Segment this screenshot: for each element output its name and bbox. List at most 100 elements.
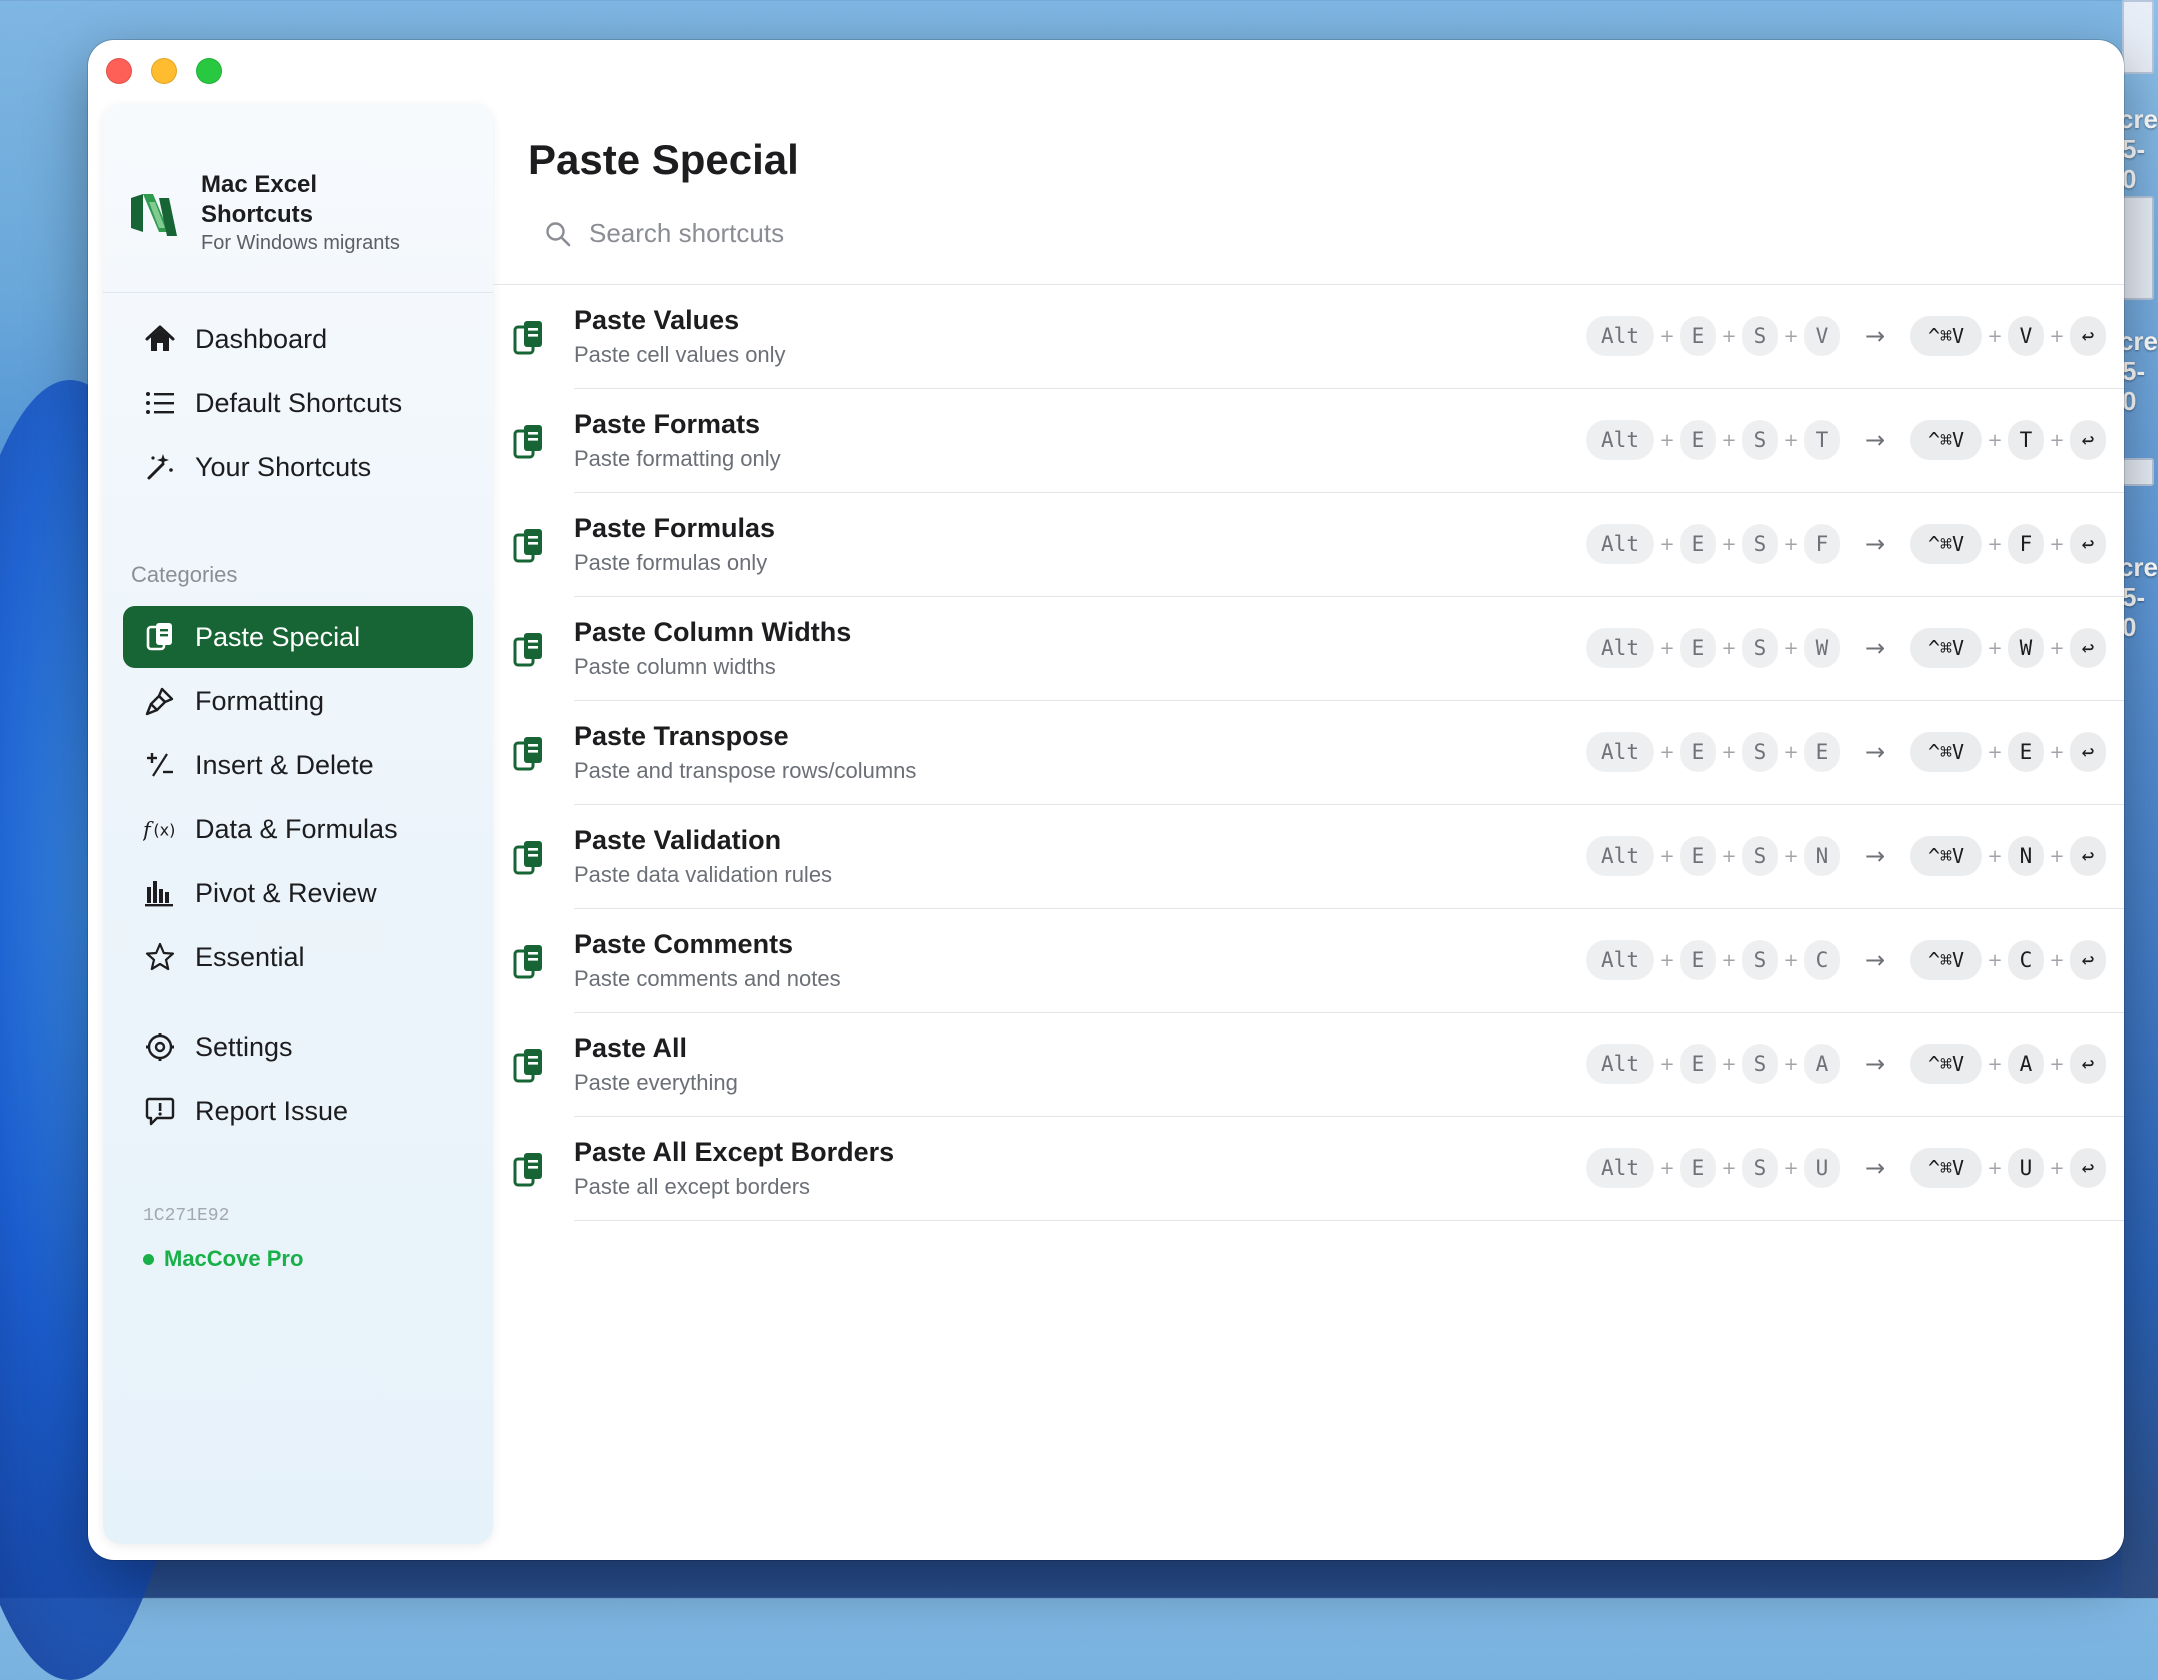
windows-key-cap: S: [1742, 1148, 1778, 1188]
plus-separator: +: [1659, 637, 1675, 659]
desktop-edge: cre 5-0 cre 5-0 cre 5-0: [2118, 0, 2158, 1598]
sidebar-item-label: Default Shortcuts: [195, 387, 403, 418]
plus-separator: +: [1659, 325, 1675, 347]
key-combination: Alt + E + S + C → ^⌘V + C + ↩: [1586, 940, 2106, 980]
key-combination: Alt + E + S + W → ^⌘V + W + ↩: [1586, 628, 2106, 668]
plus-separator: +: [2049, 1053, 2065, 1075]
sidebar-item-report-issue[interactable]: Report Issue: [123, 1080, 473, 1142]
app-title: Mac Excel Shortcuts: [201, 171, 318, 228]
plus-separator: +: [1721, 1053, 1737, 1075]
house-icon: [143, 322, 177, 356]
windows-key-cap: E: [1680, 628, 1716, 668]
shortcut-description: Paste column widths: [574, 654, 776, 679]
windows-key-cap: S: [1742, 628, 1778, 668]
plus-separator: +: [1659, 429, 1675, 451]
shortcut-row[interactable]: Paste Comments Paste comments and notes …: [493, 909, 2124, 1013]
windows-key-cap: S: [1742, 732, 1778, 772]
plus-separator: +: [2049, 845, 2065, 867]
plus-separator: +: [1721, 533, 1737, 555]
desktop-file-thumbnail[interactable]: [2122, 458, 2154, 486]
exclamation-bubble-icon: [143, 1094, 177, 1128]
plus-separator: +: [1783, 1053, 1799, 1075]
sidebar-item-formatting[interactable]: Formatting: [123, 670, 473, 732]
mac-key-cap: ^⌘V: [1910, 940, 1982, 980]
return-key-icon: ↩: [2070, 524, 2106, 564]
sidebar-item-your-shortcuts[interactable]: Your Shortcuts: [123, 436, 473, 498]
shortcut-description: Paste and transpose rows/columns: [574, 758, 917, 783]
desktop-file-thumbnail[interactable]: [2122, 196, 2154, 300]
return-key-icon: ↩: [2070, 940, 2106, 980]
status-dot: [143, 1253, 154, 1265]
sidebar-item-settings[interactable]: Settings: [123, 1016, 473, 1078]
close-window-button[interactable]: [106, 58, 132, 84]
plus-separator: +: [2049, 533, 2065, 555]
plan-status: MacCove Pro: [143, 1246, 303, 1272]
shortcut-row[interactable]: Paste Validation Paste data validation r…: [493, 805, 2124, 909]
shortcut-title: Paste Values: [574, 305, 740, 335]
sidebar-item-default-shortcuts[interactable]: Default Shortcuts: [123, 372, 473, 434]
shortcut-title: Paste Formats: [574, 409, 761, 439]
sidebar-item-paste-special[interactable]: Paste Special: [123, 606, 473, 668]
shortcut-row[interactable]: Paste Formulas Paste formulas only Alt + E…: [493, 493, 2124, 597]
sidebar-item-insert-delete[interactable]: Insert & Delete: [123, 734, 473, 796]
sidebar-item-pivot-review[interactable]: Pivot & Review: [123, 862, 473, 924]
clipboard-icon: [513, 737, 542, 771]
plus-separator: +: [1987, 1157, 2003, 1179]
svg-text:(x): (x): [153, 821, 175, 840]
shortcut-description: Paste cell values only: [574, 342, 786, 367]
windows-key-cap: E: [1680, 940, 1716, 980]
shortcut-description: Paste formulas only: [574, 550, 768, 575]
return-key-icon: ↩: [2070, 836, 2106, 876]
mac-key-cap: U: [2008, 1148, 2044, 1188]
plus-separator: +: [1721, 325, 1737, 347]
windows-key-cap: V: [1804, 316, 1840, 356]
windows-key-cap: Alt: [1586, 836, 1654, 876]
minimize-window-button[interactable]: [151, 58, 177, 84]
categories-heading: Categories: [131, 562, 238, 587]
return-key-icon: ↩: [2070, 732, 2106, 772]
zoom-window-button[interactable]: [196, 58, 222, 84]
search-input[interactable]: Search shortcuts: [589, 218, 784, 249]
mac-key-cap: E: [2008, 732, 2044, 772]
shortcut-title: Paste Formulas: [574, 513, 776, 543]
arrow-right-icon: →: [1864, 946, 1886, 974]
plus-separator: +: [2049, 949, 2065, 971]
mac-key-cap: ^⌘V: [1910, 836, 1982, 876]
plus-separator: +: [2049, 1157, 2065, 1179]
plus-separator: +: [2049, 637, 2065, 659]
plus-separator: +: [1987, 325, 2003, 347]
sidebar-item-label: Report Issue: [195, 1095, 349, 1126]
paintbrush-icon: [143, 684, 177, 718]
shortcut-title: Paste Comments: [574, 929, 794, 959]
shortcut-row[interactable]: Paste Transpose Paste and transpose rows…: [493, 701, 2124, 805]
app-brand: Mac Excel Shortcuts For Windows migrants: [103, 104, 493, 293]
windows-key-cap: S: [1742, 524, 1778, 564]
sidebar-item-dashboard[interactable]: Dashboard: [123, 308, 473, 370]
list-icon: [143, 386, 177, 420]
windows-key-cap: Alt: [1586, 420, 1654, 460]
shortcut-row[interactable]: Paste Values Paste cell values only Alt +…: [493, 285, 2124, 389]
arrow-right-icon: →: [1864, 738, 1886, 766]
key-combination: Alt + E + S + F → ^⌘V + F + ↩: [1586, 524, 2106, 564]
desktop-file-label: cre: [2118, 552, 2158, 582]
search-bar[interactable]: Search shortcuts: [545, 218, 784, 249]
shortcut-row[interactable]: Paste All Paste everything Alt + E + S + A → ^⌘V…: [493, 1013, 2124, 1117]
desktop-file-thumbnail[interactable]: [2122, 0, 2154, 74]
sidebar-item-label: Data & Formulas: [195, 813, 398, 844]
plus-separator: +: [1783, 533, 1799, 555]
windows-key-cap: A: [1804, 1044, 1840, 1084]
windows-key-cap: Alt: [1586, 1044, 1654, 1084]
sidebar-item-essential[interactable]: Essential: [123, 926, 473, 988]
mac-key-cap: ^⌘V: [1910, 420, 1982, 460]
sidebar-item-data-formulas[interactable]: f (x) Data & Formulas: [123, 798, 473, 860]
shortcut-title: Paste All Except Borders: [574, 1137, 895, 1167]
mac-key-cap: T: [2008, 420, 2044, 460]
shortcut-row[interactable]: Paste Column Widths Paste column widths …: [493, 597, 2124, 701]
main-content: Paste Special Search shortcuts Paste Val…: [493, 40, 2124, 1560]
svg-text:f: f: [143, 818, 154, 842]
plus-separator: +: [1783, 1157, 1799, 1179]
plus-separator: +: [1783, 741, 1799, 763]
plus-separator: +: [1783, 325, 1799, 347]
shortcut-row[interactable]: Paste Formats Paste formatting only Alt +…: [493, 389, 2124, 493]
shortcut-row[interactable]: Paste All Except Borders Paste all excep…: [493, 1117, 2124, 1221]
